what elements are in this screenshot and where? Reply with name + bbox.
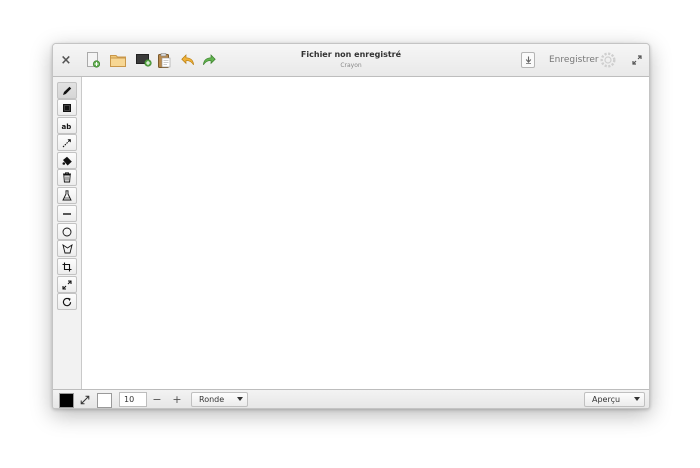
pencil-tool[interactable] — [57, 82, 77, 99]
circle-icon — [62, 227, 72, 236]
shape-options-menu[interactable]: Ronde — [191, 392, 248, 407]
trash-icon — [63, 172, 71, 183]
text-tool[interactable]: ab — [57, 117, 77, 134]
redo-icon — [203, 54, 216, 65]
clipboard-icon — [157, 52, 170, 68]
dropdown-arrow-icon — [237, 397, 243, 401]
pencil-icon — [63, 86, 72, 95]
secondary-color-button[interactable] — [97, 393, 112, 408]
arrow-line-icon — [62, 138, 71, 147]
rotate-icon — [62, 297, 72, 306]
header-bar: × Fichier non enregistré Crayon Enregist… — [53, 44, 649, 77]
main-color-button[interactable] — [59, 393, 74, 408]
dropdown-arrow-icon — [634, 397, 640, 401]
expand-icon — [632, 55, 642, 65]
filter-tool[interactable] — [57, 187, 77, 204]
new-image-button[interactable] — [85, 44, 101, 76]
new-image-icon — [86, 52, 100, 68]
preview-menu-button[interactable]: Aperçu — [584, 392, 645, 407]
app-window: × Fichier non enregistré Crayon Enregist… — [52, 43, 650, 409]
text-icon: ab — [62, 123, 72, 131]
eraser-tool[interactable] — [57, 169, 77, 186]
preview-label: Aperçu — [592, 395, 621, 404]
download-icon — [521, 52, 535, 68]
drawing-canvas[interactable] — [82, 77, 649, 389]
line-tool[interactable] — [57, 205, 77, 222]
swap-arrows-icon — [80, 395, 90, 404]
save-button[interactable]: Enregistrer — [521, 52, 599, 68]
tools-panel: ab — [53, 77, 82, 389]
paste-button[interactable] — [156, 44, 172, 76]
crop-tool[interactable] — [57, 258, 77, 275]
paint-bucket-icon — [62, 156, 72, 165]
options-bar: 10 − + Ronde Aperçu — [53, 389, 649, 408]
options-menu-button[interactable] — [597, 44, 619, 76]
open-folder-icon — [110, 54, 126, 67]
maximize-button[interactable] — [628, 44, 646, 76]
window-subtitle: Crayon — [340, 62, 362, 69]
scale-tool[interactable] — [57, 276, 77, 293]
shape-option-label: Ronde — [199, 395, 225, 404]
new-from-screenshot-icon — [136, 54, 152, 67]
polygon-icon — [61, 243, 73, 253]
save-label: Enregistrer — [549, 55, 599, 65]
size-increase-button[interactable]: + — [170, 392, 184, 407]
scale-icon — [62, 279, 72, 290]
exchange-colors-button[interactable] — [77, 392, 93, 407]
rectangle-select-tool[interactable] — [57, 99, 77, 116]
paint-bucket-tool[interactable] — [57, 152, 77, 169]
flask-icon — [62, 190, 72, 201]
rectangle-select-icon — [63, 103, 71, 112]
window-title-box: Fichier non enregistré Crayon — [251, 49, 451, 70]
open-button[interactable] — [109, 44, 127, 76]
tool-size-input[interactable]: 10 — [119, 392, 147, 407]
gear-icon — [600, 52, 616, 68]
crop-icon — [62, 262, 72, 271]
svg-text:ab: ab — [62, 123, 72, 131]
circle-tool[interactable] — [57, 223, 77, 240]
redo-button[interactable] — [201, 44, 217, 76]
undo-button[interactable] — [180, 44, 196, 76]
window-title: Fichier non enregistré — [300, 50, 402, 59]
size-decrease-button[interactable]: − — [150, 392, 164, 407]
free-shape-tool[interactable] — [57, 240, 77, 257]
undo-icon — [181, 54, 194, 65]
line-arrow-tool[interactable] — [57, 134, 77, 151]
close-button[interactable]: × — [57, 44, 75, 76]
new-from-screenshot-button[interactable] — [135, 44, 153, 76]
rotate-tool[interactable] — [57, 293, 77, 310]
line-icon — [63, 212, 71, 215]
